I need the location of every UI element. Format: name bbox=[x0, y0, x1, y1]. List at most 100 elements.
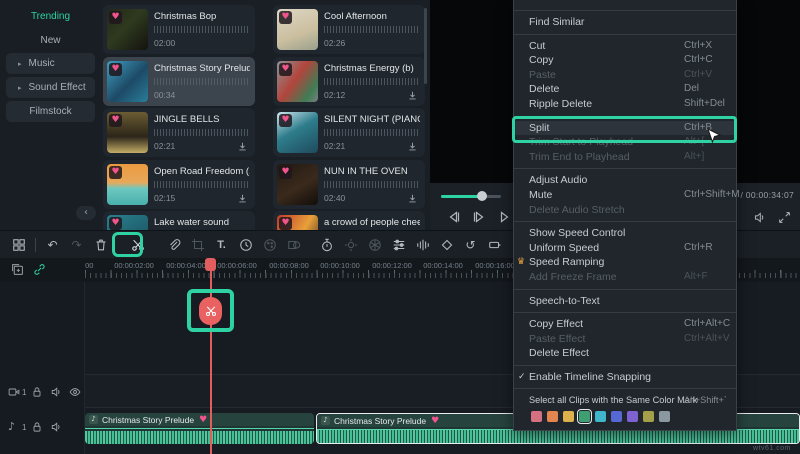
color-swatch[interactable] bbox=[659, 411, 670, 422]
color-mark-swatches bbox=[514, 408, 736, 426]
menu-item-cut[interactable]: CutCtrl+X bbox=[514, 39, 736, 54]
duration-timecode: / 00:00:34:07 bbox=[740, 190, 794, 200]
filmora-app: Trending New ▸Music ▸Sound Effect Filmst… bbox=[0, 0, 800, 454]
mouse-cursor bbox=[706, 128, 722, 146]
color-swatch[interactable] bbox=[563, 411, 574, 422]
volume-icon[interactable] bbox=[753, 211, 766, 224]
audio-clip[interactable]: ♪ Christmas Story Prelude ♥ bbox=[85, 413, 314, 444]
download-icon[interactable] bbox=[237, 139, 248, 150]
menu-item-show-speed-control[interactable]: Show Speed Control bbox=[514, 226, 736, 241]
chroma-key-icon[interactable] bbox=[286, 237, 301, 252]
motion-tracking-icon[interactable] bbox=[343, 237, 358, 252]
media-scrollbar[interactable] bbox=[424, 8, 427, 84]
fullscreen-icon[interactable] bbox=[778, 211, 791, 224]
color-palette-icon[interactable] bbox=[262, 237, 277, 252]
color-swatch-selected[interactable] bbox=[579, 411, 590, 422]
download-icon[interactable] bbox=[407, 88, 418, 99]
sidebar-item-sound-effect[interactable]: ▸Sound Effect bbox=[6, 77, 95, 98]
clip-label: Christmas Story Prelude bbox=[334, 416, 426, 426]
reset-icon[interactable]: ↺ bbox=[463, 237, 478, 252]
download-icon[interactable] bbox=[407, 191, 418, 202]
adjust-icon[interactable] bbox=[391, 237, 406, 252]
download-icon[interactable] bbox=[237, 191, 248, 202]
highlight-box-playhead-badge bbox=[187, 289, 234, 332]
stopwatch-icon[interactable] bbox=[319, 237, 334, 252]
menu-item-delete[interactable]: DeleteDel bbox=[514, 82, 736, 97]
menu-item-paste-effect: Paste EffectCtrl+Alt+V bbox=[514, 332, 736, 347]
menu-item-speed-ramping[interactable]: ♛Speed Ramping bbox=[514, 255, 736, 270]
next-frame-button[interactable] bbox=[496, 209, 512, 223]
color-swatch[interactable] bbox=[595, 411, 606, 422]
seek-bar[interactable] bbox=[441, 195, 501, 198]
color-swatch[interactable] bbox=[643, 411, 654, 422]
previous-frame-button[interactable] bbox=[446, 209, 462, 223]
media-item[interactable]: ♥ SILENT NIGHT (PIANO ... 02:21 bbox=[273, 108, 425, 157]
crop-icon[interactable] bbox=[190, 237, 205, 252]
clip-volume-line[interactable] bbox=[85, 428, 314, 429]
media-item-selected[interactable]: ♥ Christmas Story Prelude 00:34 bbox=[103, 57, 255, 106]
media-item[interactable]: ♥ Christmas Bop 02:00 bbox=[103, 5, 255, 54]
media-grid-icon[interactable] bbox=[11, 237, 26, 252]
color-swatch[interactable] bbox=[611, 411, 622, 422]
color-swatch[interactable] bbox=[627, 411, 638, 422]
sidebar-item-music[interactable]: ▸Music bbox=[6, 53, 95, 74]
menu-item-ripple-delete[interactable]: Ripple DeleteShift+Del bbox=[514, 97, 736, 112]
menu-item-uniform-speed[interactable]: Uniform SpeedCtrl+R bbox=[514, 241, 736, 256]
menu-item-speech-to-text[interactable]: Speech-to-Text bbox=[514, 294, 736, 309]
menu-item-find-similar[interactable]: Find Similar bbox=[514, 15, 736, 30]
menu-item-adjust-audio[interactable]: Adjust Audio bbox=[514, 173, 736, 188]
media-item[interactable]: ♥ a crowd of people chee... bbox=[273, 211, 425, 230]
menu-item-copy[interactable]: CopyCtrl+C bbox=[514, 53, 736, 68]
sidebar-item-filmstock[interactable]: Filmstock bbox=[6, 101, 95, 122]
attachment-icon[interactable] bbox=[166, 237, 181, 252]
seek-handle[interactable] bbox=[477, 191, 487, 201]
sidebar-item-label: Filmstock bbox=[29, 106, 71, 117]
play-button[interactable] bbox=[470, 209, 486, 223]
media-thumbnail: ♥ bbox=[277, 164, 318, 205]
media-item[interactable]: ♥ JINGLE BELLS 02:21 bbox=[103, 108, 255, 157]
download-icon[interactable] bbox=[407, 139, 418, 150]
media-thumbnail: ♥ bbox=[107, 112, 148, 153]
menu-item-select-all-clips-same-color-mark[interactable]: Select all Clips with the Same Color Mar… bbox=[514, 393, 736, 408]
color-swatch[interactable] bbox=[547, 411, 558, 422]
favorite-heart-icon: ♥ bbox=[109, 11, 122, 24]
menu-item-enable-timeline-snapping[interactable]: ✓Enable Timeline Snapping bbox=[514, 370, 736, 385]
menu-label: Select all Clips with the Same Color Mar… bbox=[529, 395, 698, 405]
media-item[interactable]: ♥ Christmas Energy (b) 02:12 bbox=[273, 57, 425, 106]
media-item[interactable]: ♥ Cool Afternoon 02:26 bbox=[273, 5, 425, 54]
menu-item-delete-effect[interactable]: Delete Effect bbox=[514, 346, 736, 361]
render-preview-icon[interactable] bbox=[487, 237, 502, 252]
lock-track-icon[interactable] bbox=[31, 420, 43, 432]
menu-item-copy-effect[interactable]: Copy EffectCtrl+Alt+C bbox=[514, 317, 736, 332]
waveform-preview bbox=[324, 78, 418, 85]
mute-track-icon[interactable] bbox=[50, 420, 62, 432]
lock-track-icon[interactable] bbox=[31, 385, 43, 397]
delete-icon[interactable] bbox=[93, 237, 108, 252]
seek-fill bbox=[441, 195, 481, 198]
menu-shortcut: Ctrl+X bbox=[684, 39, 712, 54]
playhead-handle[interactable] bbox=[205, 258, 216, 271]
media-thumbnail: ♥ bbox=[107, 61, 148, 102]
sidebar-item-new[interactable]: New bbox=[6, 30, 95, 51]
collapse-sidebar-button[interactable]: ‹ bbox=[76, 206, 96, 220]
redo-icon[interactable]: ↷ bbox=[69, 237, 84, 252]
color-wheel-icon[interactable] bbox=[367, 237, 382, 252]
keyframe-icon[interactable] bbox=[439, 237, 454, 252]
menu-item-mute[interactable]: MuteCtrl+Shift+M bbox=[514, 188, 736, 203]
mute-track-icon[interactable] bbox=[50, 385, 62, 397]
hide-track-icon[interactable] bbox=[69, 385, 81, 397]
media-item[interactable]: ♥ NUN IN THE OVEN 02:40 bbox=[273, 160, 425, 209]
media-item[interactable]: ♥ Open Road Freedom (... 02:15 bbox=[103, 160, 255, 209]
color-swatch[interactable] bbox=[531, 411, 542, 422]
speed-timer-icon[interactable] bbox=[238, 237, 253, 252]
media-item[interactable]: ♥ Lake water sound bbox=[103, 211, 255, 230]
add-media-icon[interactable] bbox=[11, 263, 24, 276]
undo-icon[interactable]: ↶ bbox=[45, 237, 60, 252]
menu-label: Ripple Delete bbox=[529, 98, 592, 110]
sidebar-item-trending[interactable]: Trending bbox=[6, 6, 95, 27]
denoise-icon[interactable] bbox=[415, 237, 430, 252]
playhead-line[interactable] bbox=[210, 258, 212, 454]
menu-shortcut: Alt+Shift+` bbox=[684, 393, 727, 408]
link-clips-icon[interactable] bbox=[33, 263, 46, 276]
text-tool-icon[interactable]: T. bbox=[214, 237, 229, 252]
